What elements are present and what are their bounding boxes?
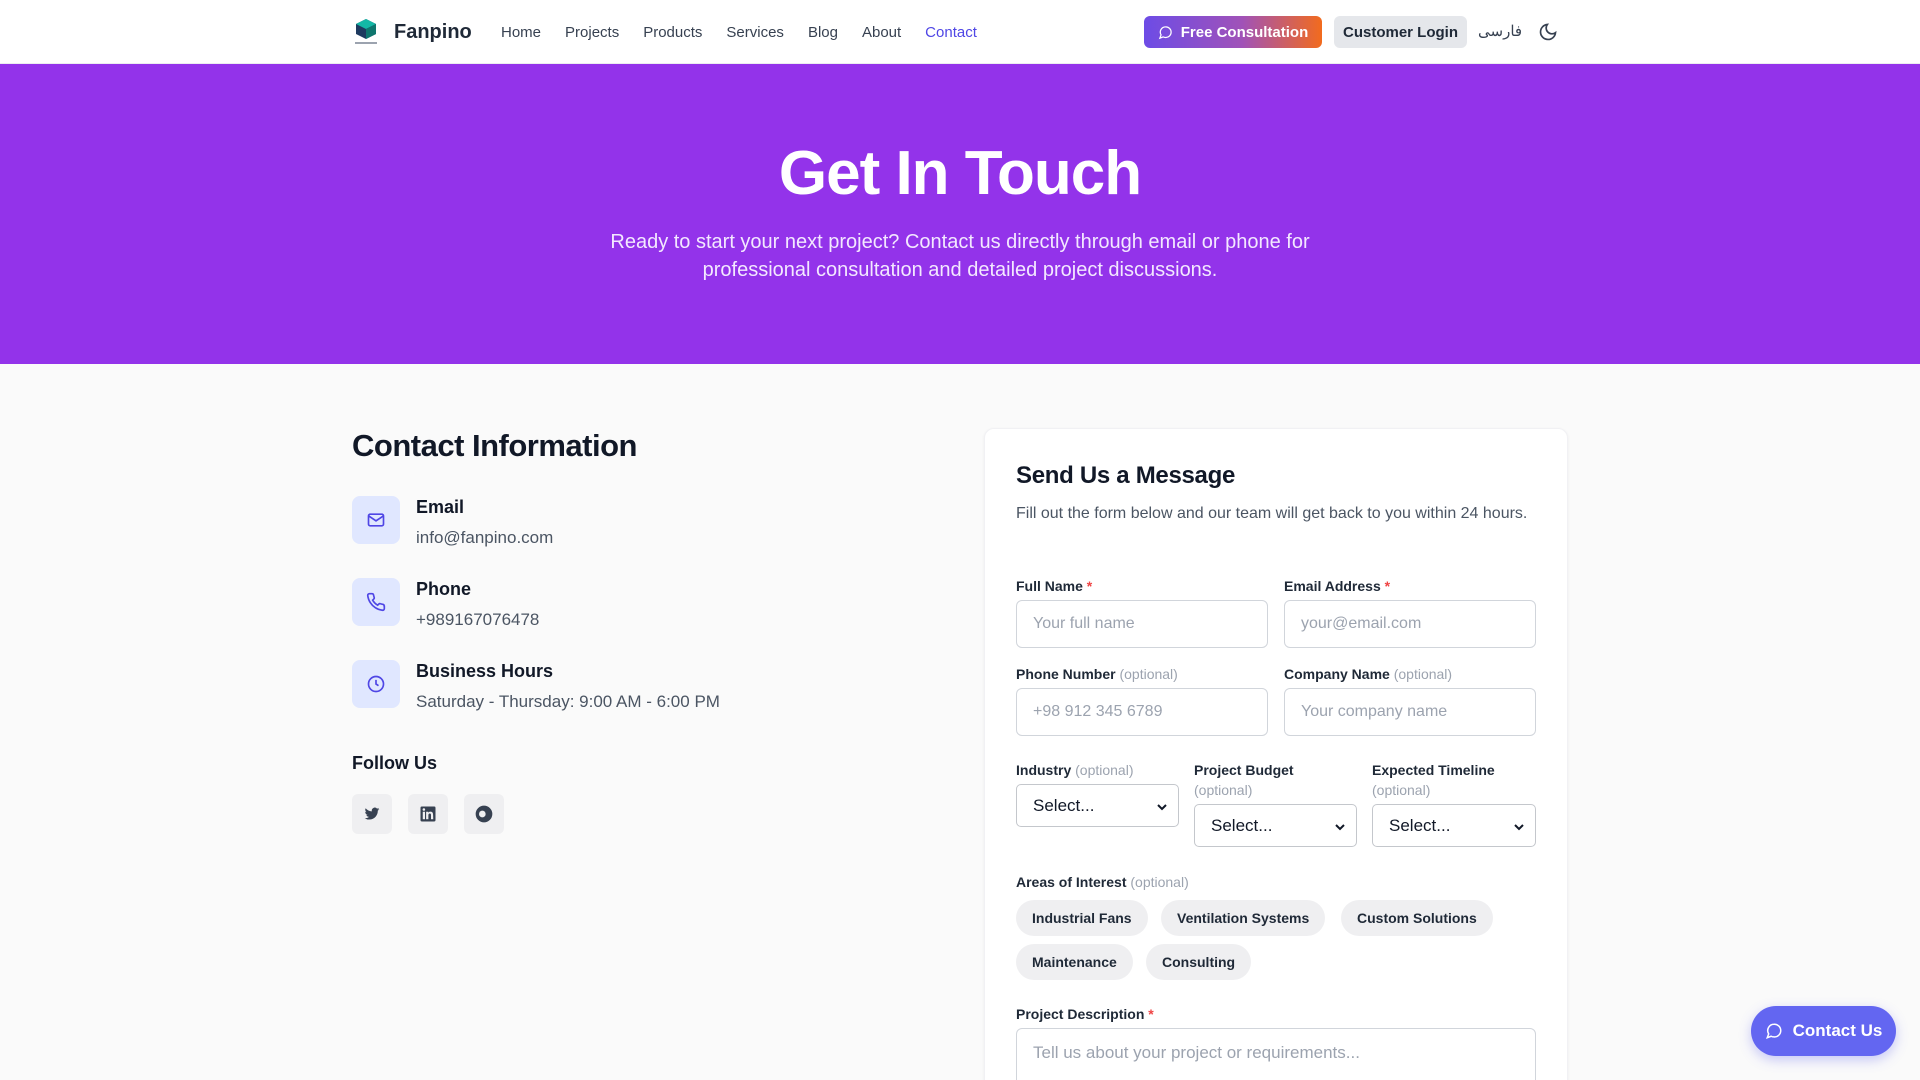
twitter-icon[interactable] <box>352 794 392 834</box>
industry-label-text: Industry <box>1016 762 1072 778</box>
chevron-down-icon <box>1514 824 1524 831</box>
required-mark: * <box>1148 1006 1154 1022</box>
moon-icon[interactable] <box>1538 22 1558 42</box>
project-budget-label: Project Budget (optional) <box>1194 760 1294 800</box>
phone-label: Phone <box>416 579 472 599</box>
interest-chip-maintenance[interactable]: Maintenance <box>1016 944 1133 980</box>
industry-select-value: Select... <box>1033 795 1095 815</box>
company-name-label: Company Name (optional) <box>1284 664 1452 684</box>
contact-us-float-label: Contact Us <box>1792 1021 1883 1040</box>
interest-chip-industrial-fans[interactable]: Industrial Fans <box>1016 900 1148 936</box>
full-name-input[interactable] <box>1016 600 1268 648</box>
optional-hint: (optional) <box>1194 782 1253 798</box>
email-label: Email <box>416 497 465 517</box>
optional-hint: (optional) <box>1393 666 1453 682</box>
nav-projects[interactable]: Projects <box>565 24 619 41</box>
customer-login-button[interactable]: Customer Login <box>1334 16 1467 48</box>
project-budget-select-value: Select... <box>1211 815 1273 835</box>
form-subtitle: Fill out the form below and our team wil… <box>1016 505 1528 522</box>
email-address-label-text: Email Address <box>1284 578 1381 594</box>
brand-logo[interactable]: Fanpino <box>352 17 472 47</box>
phone-number-label: Phone Number (optional) <box>1016 664 1178 684</box>
interest-chip-custom-solutions[interactable]: Custom Solutions <box>1341 900 1493 936</box>
free-consultation-button[interactable]: Free Consultation <box>1144 16 1322 48</box>
hero-subtitle: Ready to start your next project? Contac… <box>610 231 1310 281</box>
contact-phone-item: Phone +989167076478 <box>352 578 539 630</box>
contact-us-float-button[interactable]: Contact Us <box>1751 1006 1896 1056</box>
optional-hint: (optional) <box>1372 782 1431 798</box>
optional-hint: (optional) <box>1119 666 1178 682</box>
contact-hours-item: Business Hours Saturday - Thursday: 9:00… <box>352 660 720 712</box>
areas-of-interest-label-text: Areas of Interest <box>1016 874 1127 890</box>
main-nav: Home Projects Products Services Blog Abo… <box>501 0 1001 64</box>
email-address-label: Email Address * <box>1284 576 1390 596</box>
expected-timeline-select[interactable]: Select... <box>1372 804 1536 847</box>
brand-name: Fanpino <box>394 20 472 43</box>
nav-services[interactable]: Services <box>726 24 784 41</box>
circle-icon[interactable] <box>464 794 504 834</box>
nav-contact[interactable]: Contact <box>925 24 977 41</box>
project-budget-label-text: Project Budget <box>1194 762 1294 778</box>
contact-form-card: Send Us a Message Fill out the form belo… <box>984 428 1568 1080</box>
hours-value: Saturday - Thursday: 9:00 AM - 6:00 PM <box>416 692 720 711</box>
email-value[interactable]: info@fanpino.com <box>416 528 553 548</box>
mail-icon <box>352 496 400 544</box>
clock-icon <box>352 660 400 708</box>
expected-timeline-label: Expected Timeline (optional) <box>1372 760 1495 800</box>
industry-label: Industry (optional) <box>1016 760 1134 780</box>
nav-blog[interactable]: Blog <box>808 24 838 41</box>
full-name-label-text: Full Name <box>1016 578 1083 594</box>
expected-timeline-label-text: Expected Timeline <box>1372 762 1495 778</box>
fanpino-logo-icon <box>352 17 380 47</box>
required-mark: * <box>1384 578 1391 594</box>
industry-select[interactable]: Select... <box>1016 784 1179 827</box>
form-title: Send Us a Message <box>1016 462 1235 489</box>
contact-info-title: Contact Information <box>352 428 638 463</box>
contact-email-item: Email info@fanpino.com <box>352 496 553 548</box>
full-name-label: Full Name * <box>1016 576 1092 596</box>
chevron-down-icon <box>1157 804 1167 811</box>
chevron-down-icon <box>1335 824 1345 831</box>
phone-value[interactable]: +989167076478 <box>416 610 539 630</box>
hours-label: Business Hours <box>416 661 554 681</box>
required-mark: * <box>1086 578 1093 594</box>
site-header: Fanpino Home Projects Products Services … <box>0 0 1920 64</box>
company-name-label-text: Company Name <box>1284 666 1390 682</box>
project-description-label-text: Project Description <box>1016 1006 1145 1022</box>
company-input[interactable] <box>1284 688 1536 736</box>
hero-section: Get In Touch Ready to start your next pr… <box>0 64 1920 364</box>
interest-chip-consulting[interactable]: Consulting <box>1146 944 1252 980</box>
chat-bubble-icon <box>1158 25 1172 39</box>
follow-us-label: Follow Us <box>352 753 437 773</box>
project-description-textarea[interactable]: Tell us about your project or requiremen… <box>1016 1028 1536 1080</box>
phone-input[interactable] <box>1016 688 1268 736</box>
phone-icon <box>352 578 400 626</box>
nav-about[interactable]: About <box>862 24 901 41</box>
hero-title: Get In Touch <box>778 139 1142 208</box>
nav-home[interactable]: Home <box>501 24 541 41</box>
optional-hint: (optional) <box>1130 874 1189 890</box>
phone-number-label-text: Phone Number <box>1016 666 1116 682</box>
linkedin-icon[interactable] <box>408 794 448 834</box>
email-input[interactable] <box>1284 600 1536 648</box>
expected-timeline-select-value: Select... <box>1389 815 1451 835</box>
project-budget-select[interactable]: Select... <box>1194 804 1357 847</box>
chat-bubble-icon <box>1765 1023 1782 1040</box>
free-consultation-label: Free Consultation <box>1180 23 1309 41</box>
interest-chip-ventilation-systems[interactable]: Ventilation Systems <box>1161 900 1326 936</box>
project-description-label: Project Description * <box>1016 1004 1154 1024</box>
language-switch[interactable]: فارسی <box>1478 22 1522 40</box>
optional-hint: (optional) <box>1075 762 1134 778</box>
nav-products[interactable]: Products <box>643 24 702 41</box>
areas-of-interest-label: Areas of Interest (optional) <box>1016 872 1189 892</box>
